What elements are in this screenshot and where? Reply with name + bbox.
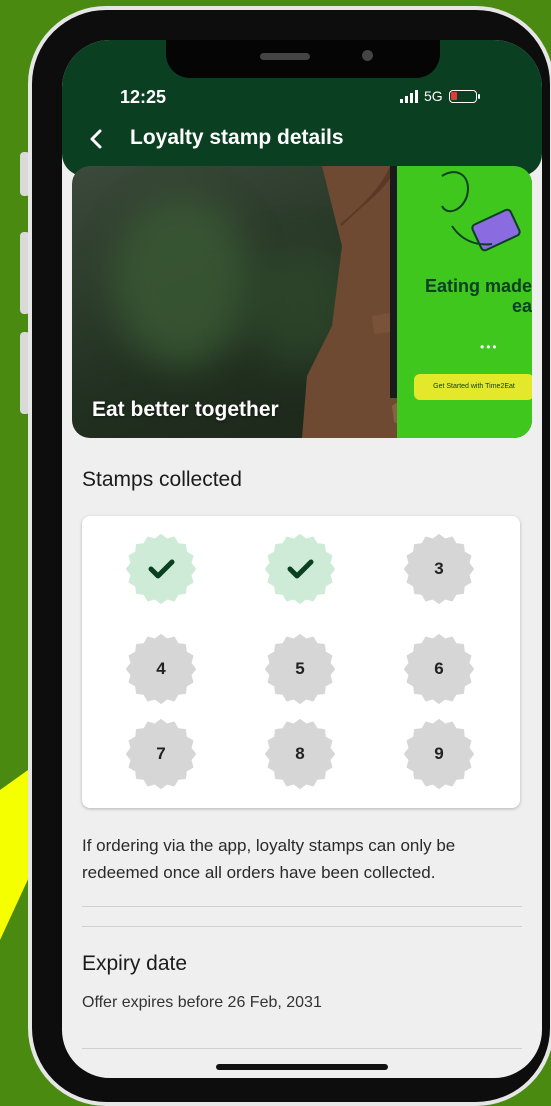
battery-icon [448, 89, 480, 103]
stamp-number: 7 [156, 744, 166, 763]
status-icons: 5G [400, 88, 480, 104]
stamp-4: 4 [126, 634, 196, 704]
stamps-card: 3 4 5 6 7 8 9 [82, 516, 520, 808]
stamp-number: 5 [295, 659, 305, 678]
chevron-left-icon[interactable] [84, 126, 110, 152]
stamps-heading: Stamps collected [82, 468, 242, 491]
stamp-6: 6 [404, 634, 474, 704]
carousel-dots: ••• [480, 340, 499, 354]
stamp-7: 7 [126, 719, 196, 789]
stamp-9: 9 [404, 719, 474, 789]
hero-banner[interactable]: Eating made ea ••• Get Started with Time… [72, 166, 532, 438]
divider [82, 906, 522, 907]
divider [82, 926, 522, 927]
stamp-number: 3 [434, 559, 444, 578]
network-label: 5G [424, 88, 443, 104]
stamps-note: If ordering via the app, loyalty stamps … [82, 836, 456, 882]
page-title: Loyalty stamp details [130, 126, 344, 149]
app-screen: 12:25 5G Loyalty stamp details Eating ma… [62, 40, 542, 1078]
stamp-number: 6 [434, 659, 444, 678]
signal-icon [400, 89, 418, 103]
hero-caption: Eat better together [92, 398, 279, 421]
promo-phone-text: Eating made ea [424, 276, 532, 316]
card-in-hand-icon [441, 171, 521, 252]
stamp-number: 9 [434, 744, 444, 763]
divider [82, 1048, 522, 1049]
status-time: 12:25 [120, 87, 167, 107]
stamp-5: 5 [265, 634, 335, 704]
expiry-heading: Expiry date [82, 952, 188, 975]
expiry-text: Offer expires before 26 Feb, 2031 [82, 994, 322, 1011]
stamp-number: 8 [295, 744, 305, 763]
checkmark-icon [148, 559, 175, 579]
stamp-8: 8 [265, 719, 335, 789]
stamp-number: 4 [156, 659, 166, 678]
checkmark-icon [287, 559, 314, 579]
phone-notch [166, 40, 440, 78]
home-indicator [216, 1064, 388, 1070]
stamp-3: 3 [404, 534, 474, 604]
get-started-button: Get Started with Time2Eat [414, 374, 532, 400]
stamp-collected [126, 534, 196, 604]
stamp-collected [265, 534, 335, 604]
